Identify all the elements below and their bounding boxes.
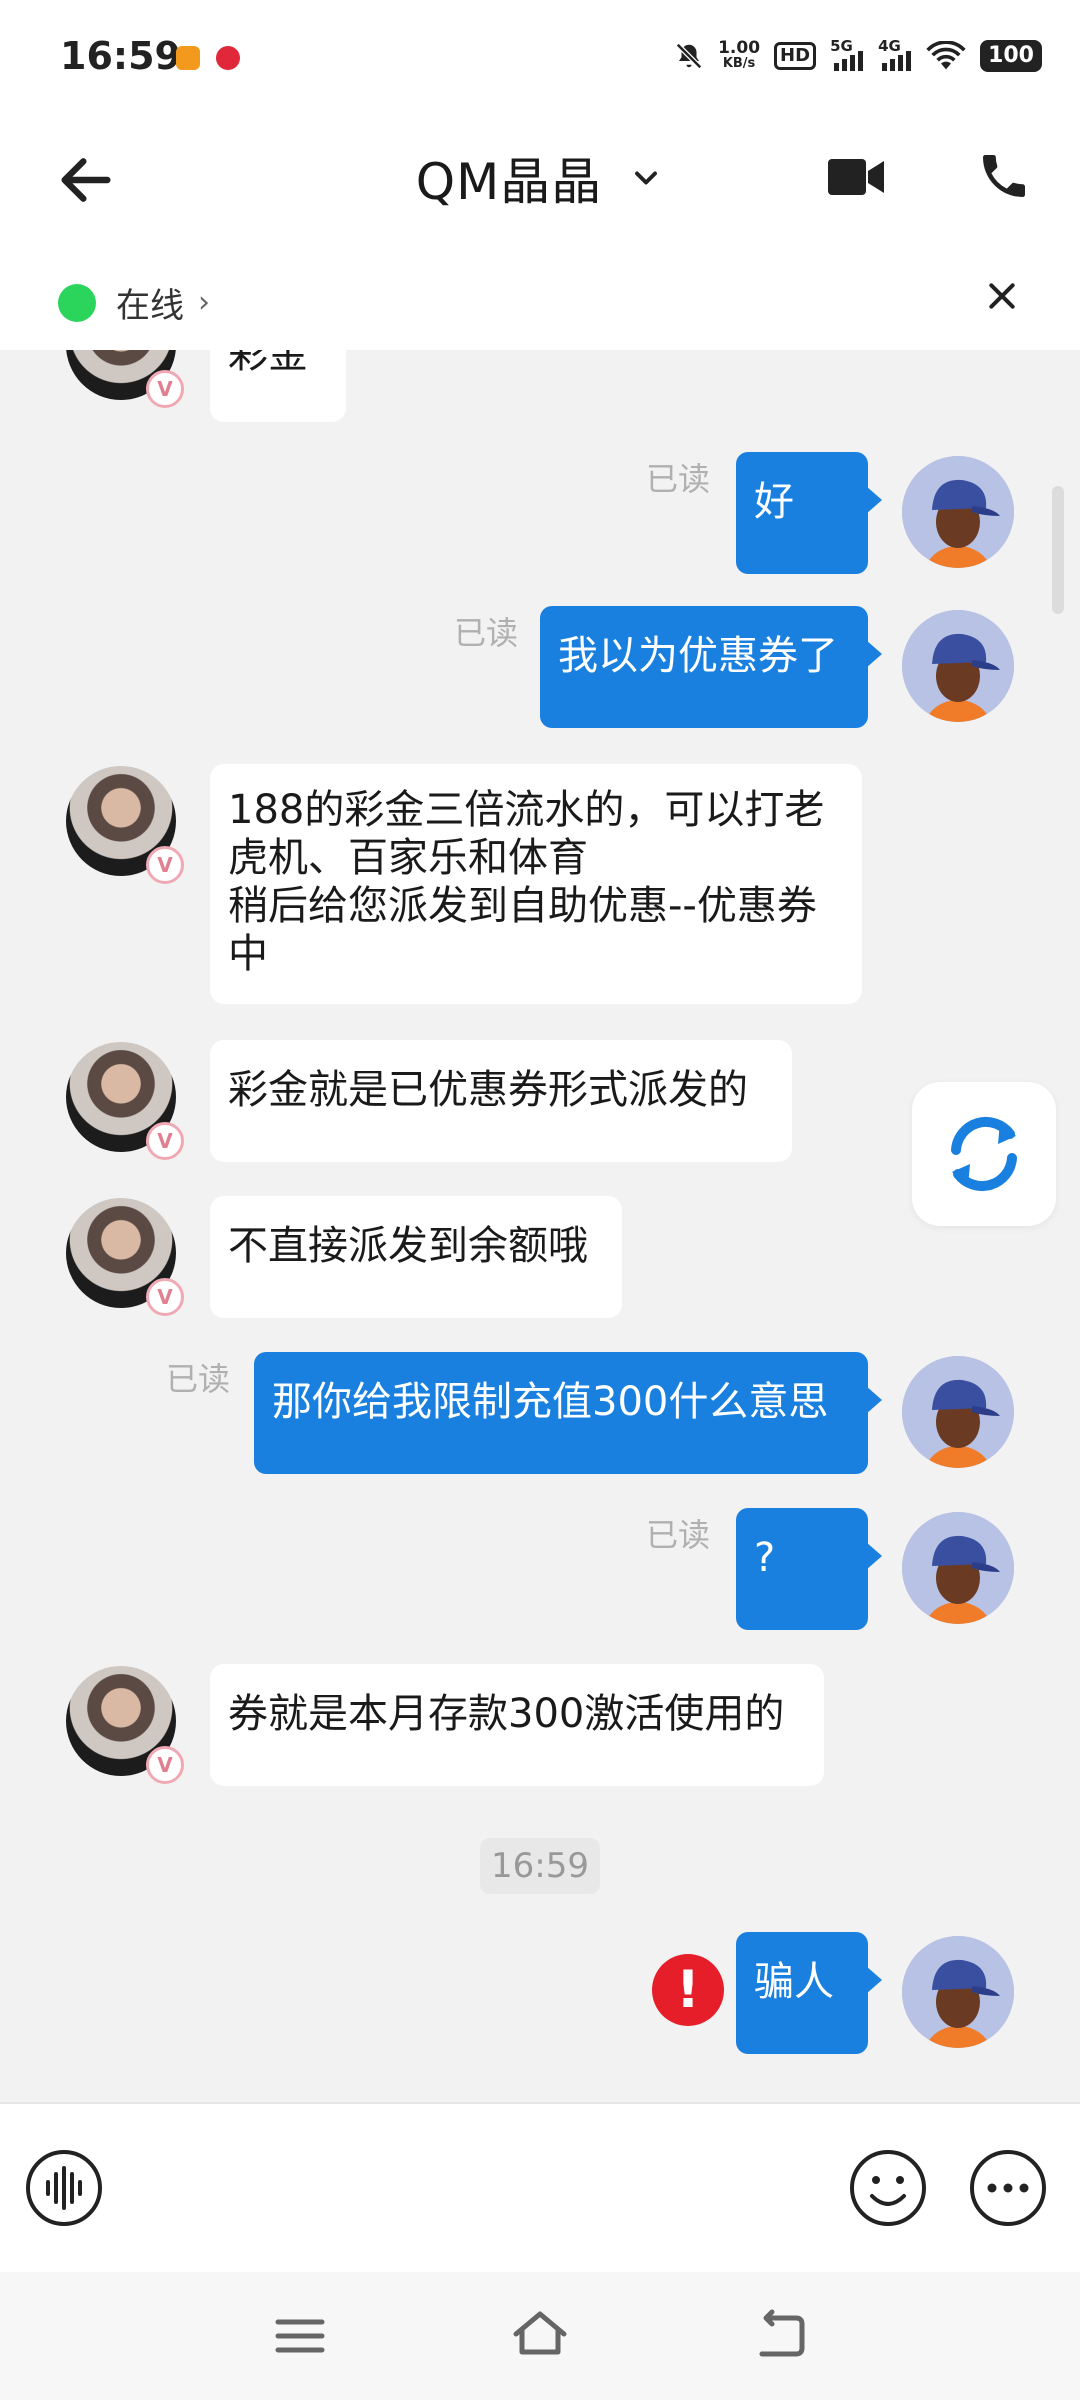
chevron-right-icon: ›: [198, 285, 210, 320]
user-avatar[interactable]: [902, 1512, 1014, 1624]
user-avatar-image: [902, 1512, 1014, 1624]
read-receipt: 已读: [454, 614, 519, 652]
input-bar: [0, 2102, 1080, 2272]
incoming-message[interactable]: 彩金就是已优惠券形式派发的: [210, 1040, 792, 1162]
more-icon[interactable]: [968, 2148, 1048, 2228]
home-icon[interactable]: [510, 2306, 570, 2360]
user-avatar-image: [902, 1356, 1014, 1468]
outgoing-message[interactable]: 那你给我限制充值300什么意思: [254, 1352, 882, 1474]
status-bar: 16:59 1.00 KB/s HD 5G 4G 100: [0, 0, 1080, 118]
metro-app-icon: [216, 46, 240, 70]
contact-avatar[interactable]: V: [66, 1198, 184, 1316]
mute-bell-icon: [676, 42, 703, 70]
contact-avatar[interactable]: V: [66, 1666, 184, 1784]
status-indicators: 1.00 KB/s HD 5G 4G 100: [674, 37, 1042, 72]
contact-avatar[interactable]: V: [66, 1042, 184, 1160]
chat-title-area[interactable]: QM晶晶: [0, 142, 1080, 214]
contact-avatar[interactable]: V: [66, 350, 184, 408]
hd-badge: HD: [774, 42, 817, 70]
back-nav-icon[interactable]: [752, 2308, 808, 2360]
voice-icon[interactable]: [24, 2148, 104, 2228]
user-avatar[interactable]: [902, 610, 1014, 722]
verified-badge-icon: V: [146, 370, 184, 408]
online-status[interactable]: 在线 ›: [58, 278, 210, 327]
user-avatar[interactable]: [902, 1356, 1014, 1468]
refresh-icon: [951, 1116, 1017, 1192]
timestamp-divider: 16:59: [480, 1838, 600, 1894]
outgoing-message[interactable]: ?: [736, 1508, 882, 1630]
signal-5g-label: 5G: [830, 37, 853, 55]
user-avatar[interactable]: [902, 456, 1014, 568]
incoming-message[interactable]: 不直接派发到余额哦: [210, 1196, 622, 1318]
signal-5g-icon: 5G: [830, 37, 864, 71]
speed-value: 1.00: [718, 38, 761, 58]
signal-4g-label: 4G: [878, 37, 901, 55]
outgoing-message[interactable]: 好: [736, 452, 882, 574]
incoming-message[interactable]: 券就是本月存款300激活使用的: [210, 1664, 824, 1786]
system-nav-bar: [0, 2272, 1080, 2400]
read-receipt: 已读: [646, 1516, 711, 1554]
refresh-button[interactable]: [912, 1082, 1056, 1226]
user-avatar-image: [902, 610, 1014, 722]
phone-icon[interactable]: [976, 148, 1032, 204]
menu-icon[interactable]: [272, 2312, 328, 2360]
chevron-down-icon[interactable]: [628, 160, 664, 196]
close-icon[interactable]: [986, 280, 1018, 312]
message-notification-icon: [176, 46, 200, 70]
battery-indicator: 100: [980, 40, 1042, 72]
online-status-label: 在线: [116, 286, 184, 326]
verified-badge-icon: V: [146, 1122, 184, 1160]
status-app-icons: [176, 46, 240, 70]
status-time: 16:59: [60, 34, 181, 78]
send-failed-icon[interactable]: !: [652, 1954, 724, 2026]
outgoing-message[interactable]: 我以为优惠券了: [540, 606, 882, 728]
verified-badge-icon: V: [146, 1278, 184, 1316]
incoming-message[interactable]: 彩金: [210, 350, 346, 422]
message-list[interactable]: V 彩金 已读 好 已读 我以为优惠券了 V 188的彩金三倍流水的，可以打老虎…: [0, 350, 1080, 2102]
incoming-message[interactable]: 188的彩金三倍流水的，可以打老虎机、百家乐和体育 稍后给您派发到自助优惠--优…: [210, 764, 862, 1004]
verified-badge-icon: V: [146, 1746, 184, 1784]
read-receipt: 已读: [646, 460, 711, 498]
chat-title[interactable]: QM晶晶: [416, 142, 603, 214]
user-avatar-image: [902, 1936, 1014, 2048]
signal-4g-icon: 4G: [878, 37, 912, 71]
speed-unit: KB/s: [722, 56, 756, 71]
scrollbar[interactable]: [1052, 486, 1064, 614]
wifi-icon: [926, 41, 966, 70]
online-dot-icon: [58, 283, 96, 322]
contact-avatar[interactable]: V: [66, 766, 184, 884]
read-receipt: 已读: [166, 1360, 231, 1398]
video-call-icon[interactable]: [826, 152, 886, 202]
emoji-icon[interactable]: [848, 2148, 928, 2228]
user-avatar-image: [902, 456, 1014, 568]
outgoing-message[interactable]: 骗人: [736, 1932, 882, 2054]
user-avatar[interactable]: [902, 1936, 1014, 2048]
network-speed: 1.00 KB/s: [718, 40, 760, 72]
verified-badge-icon: V: [146, 846, 184, 884]
chat-header: QM晶晶 在线 ›: [0, 118, 1080, 350]
